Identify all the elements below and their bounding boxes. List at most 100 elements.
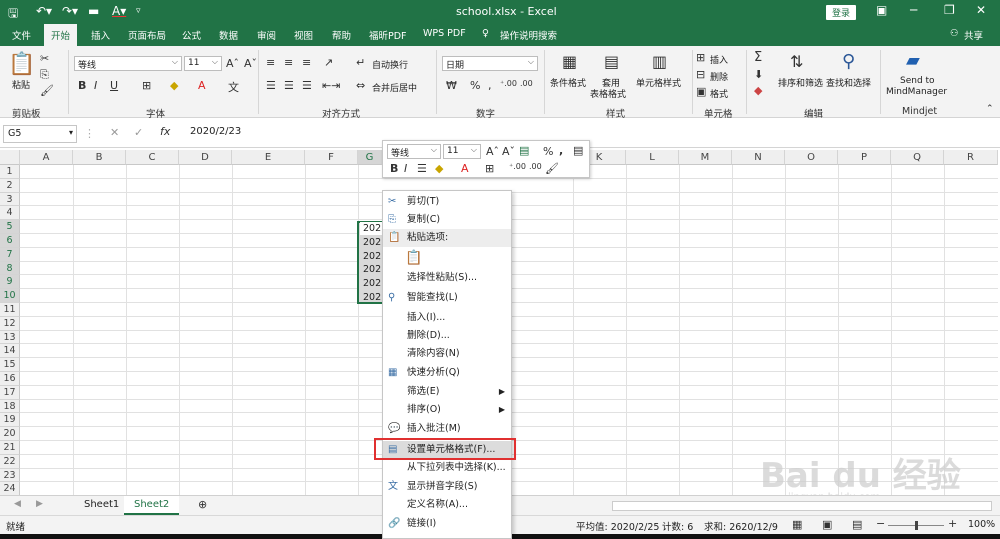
tab-insert[interactable]: 插入 [91,28,110,42]
enter-icon[interactable]: ✓ [134,126,143,139]
cell-styles-button[interactable]: 单元格样式 [636,76,681,89]
add-sheet-icon[interactable]: ⊕ [198,498,207,511]
row-header[interactable]: 15 [0,358,20,372]
tab-review[interactable]: 审阅 [257,28,276,42]
share-icon[interactable]: ⚇ [950,28,959,39]
menu-item-insert-comment[interactable]: 💬 插入批注(M) [383,420,511,438]
increase-decimal-icon[interactable]: ⁺.00 [509,162,526,171]
zoom-level[interactable]: 100% [968,519,995,530]
zoom-out-icon[interactable]: − [876,517,885,530]
zoom-slider-thumb[interactable] [915,521,918,530]
menu-item-delete[interactable]: 删除(D)... [383,327,511,345]
mini-size-select[interactable]: 11 ⌵ [443,144,481,159]
scroll-right-icon[interactable]: ▶ [36,499,43,509]
row-header[interactable]: 7 [0,247,20,262]
tab-wps-pdf[interactable]: WPS PDF [423,28,466,39]
menu-item-quick-analysis[interactable]: ▦ 快速分析(Q) [383,364,511,382]
insert-cells-icon[interactable]: ⊞ [696,51,705,64]
align-center-icon[interactable]: ☰ [284,79,294,92]
row-header[interactable]: 22 [0,454,20,469]
mini-font-select[interactable]: 等线 ⌵ [387,144,441,159]
align-top-icon[interactable]: ≡ [266,56,275,69]
row-header[interactable]: 2 [0,178,20,193]
menu-item-cut[interactable]: ✂ 剪切(T) [383,193,511,211]
decrease-font-icon[interactable]: Aˇ [502,145,515,158]
align-left-icon[interactable]: ☰ [266,79,276,92]
border-icon[interactable]: ⊞ [485,162,494,175]
row-header[interactable]: 21 [0,441,20,455]
formula-input[interactable]: 2020/2/23 [190,126,241,137]
align-right-icon[interactable]: ☰ [302,79,312,92]
paste-button[interactable]: 粘贴 [12,78,30,91]
tab-view[interactable]: 视图 [294,28,313,42]
font-name-select[interactable]: 等线 ⌵ [74,56,182,71]
menu-item-clear-contents[interactable]: 清除内容(N) [383,345,511,363]
find-select-icon[interactable]: ⚲ [842,51,855,72]
row-header[interactable]: 23 [0,468,20,483]
align-center-icon[interactable]: ☰ [417,162,427,175]
font-color-icon[interactable]: A [198,79,206,92]
decrease-font-icon[interactable]: Aˇ [244,57,257,70]
column-header[interactable]: B [73,150,126,165]
cut-icon[interactable]: ✂ [40,52,49,65]
format-table-icon[interactable]: ▤ [604,52,619,71]
orientation-icon[interactable]: ↗ [324,56,333,69]
cell[interactable]: 202 [360,291,384,304]
row-header[interactable]: 6 [0,234,20,248]
tell-me-search[interactable]: 操作说明搜索 [500,28,557,42]
menu-item-filter[interactable]: 筛选(E) ▶ [383,383,511,401]
paste-icon[interactable]: 📋 [8,52,35,77]
column-header[interactable]: D [179,150,232,165]
horizontal-scrollbar[interactable] [612,501,992,511]
cell[interactable]: 202 [360,222,384,235]
italic-icon[interactable]: I [94,79,97,92]
format-cells-icon[interactable]: ▣ [696,85,706,98]
row-header[interactable]: 13 [0,330,20,345]
copy-icon[interactable]: ⎘ [40,68,49,82]
conditional-format-button[interactable]: 条件格式 [550,76,586,89]
merge-icon[interactable]: ⇔ [356,79,365,92]
wrap-text-button[interactable]: 自动换行 [372,58,408,71]
name-box[interactable]: G5 ▾ [3,125,77,143]
tab-data[interactable]: 数据 [219,28,238,42]
share-button[interactable]: 共享 [964,28,983,42]
cancel-icon[interactable]: ✕ [110,126,119,139]
number-format-select[interactable]: 日期 ⌵ [442,56,538,71]
column-header[interactable]: L [626,150,679,165]
accounting-format-icon[interactable]: ▤ [519,144,529,157]
tab-page-layout[interactable]: 页面布局 [128,28,166,42]
maximize-icon[interactable]: ❐ [944,3,955,17]
ribbon-display-icon[interactable]: ▣ [876,3,887,17]
zoom-in-icon[interactable]: + [948,517,957,530]
conditional-format-icon[interactable]: ▦ [562,52,577,71]
merge-icon[interactable]: ▤ [573,144,583,157]
menu-item-pick-from-list[interactable]: 从下拉列表中选择(K)... [383,459,511,477]
redo-icon[interactable]: ↷▾ [62,4,78,18]
undo-icon[interactable]: ↶▾ [36,4,52,18]
align-bottom-icon[interactable]: ≡ [302,56,311,69]
column-header[interactable]: M [679,150,732,165]
row-header[interactable]: 4 [0,206,20,221]
menu-item-define-name[interactable]: 定义名称(A)... [383,496,511,514]
align-middle-icon[interactable]: ≡ [284,56,293,69]
page-layout-view-icon[interactable]: ▣ [822,518,832,531]
row-header[interactable]: 20 [0,427,20,441]
column-header[interactable]: F [305,150,358,165]
sheet-tab[interactable]: Sheet1 [74,496,129,515]
menu-item-paste-option[interactable]: 📋 [383,249,511,271]
column-header[interactable]: C [126,150,179,165]
currency-icon[interactable]: ₩ [446,79,457,92]
column-header[interactable]: R [944,150,998,165]
cell[interactable]: 202 [360,236,384,249]
bold-icon[interactable]: B [78,79,86,92]
customize-qat-icon[interactable]: ▿ [136,6,141,16]
column-header[interactable]: E [232,150,305,165]
fill-icon[interactable]: ⬇ [754,68,763,81]
tab-help[interactable]: 帮助 [332,28,351,42]
increase-font-icon[interactable]: Aˆ [486,145,499,158]
row-header[interactable]: 11 [0,303,20,317]
row-header[interactable]: 8 [0,261,20,276]
underline-icon[interactable]: U [110,79,118,92]
delete-cells-button[interactable]: 删除 [710,70,728,83]
row-header[interactable]: 14 [0,344,20,359]
